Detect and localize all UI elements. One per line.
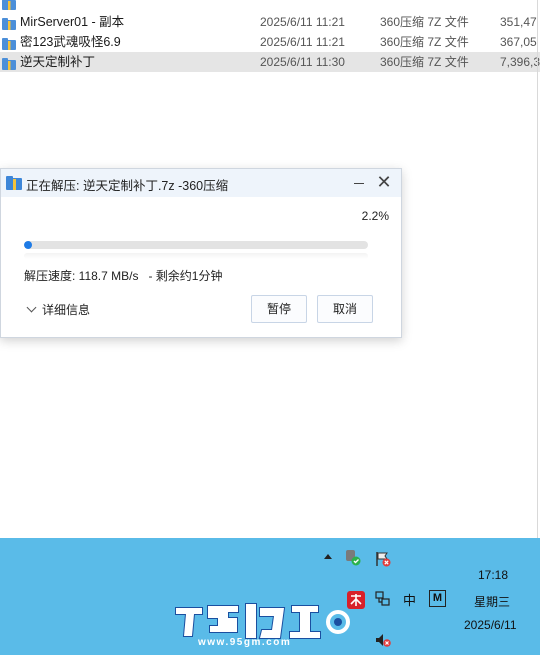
flag-warning-icon[interactable] — [374, 550, 392, 568]
security-shield-icon[interactable] — [344, 548, 362, 566]
minimize-icon[interactable] — [349, 173, 369, 193]
file-type: 360压缩 7Z 文件 — [380, 15, 469, 29]
file-date: 2025/6/11 11:21 — [260, 35, 345, 49]
file-size: 367,05 — [500, 35, 537, 49]
file-type: 360压缩 7Z 文件 — [380, 55, 469, 69]
progress-bar — [24, 241, 368, 249]
ime-mode-indicator[interactable]: M — [429, 590, 446, 607]
details-toggle[interactable]: 详细信息 — [26, 301, 91, 318]
dialog-title: 正在解压: 逆天定制补丁.7z -360压缩 — [26, 179, 229, 193]
dialog-titlebar[interactable]: 正在解压: 逆天定制补丁.7z -360压缩 ✕ — [1, 169, 401, 197]
clock-weekday[interactable]: 星期三 — [474, 593, 510, 610]
file-size: 351,47 — [500, 15, 537, 29]
volume-muted-icon[interactable] — [374, 631, 392, 649]
file-row[interactable] — [0, 0, 540, 12]
details-label: 详细信息 — [42, 303, 91, 317]
extract-speed: 解压速度: 118.7 MB/s - 剩余约1分钟 — [24, 269, 223, 283]
file-name: MirServer01 - 副本 — [20, 15, 125, 29]
close-icon[interactable]: ✕ — [374, 172, 394, 192]
archive-icon — [6, 176, 22, 190]
taskbar: 中 M 17:18 星期三 2025/6/11 www.95gm.com — [0, 538, 540, 655]
file-row[interactable]: 密123武魂吸怪6.9 2025/6/11 11:21 360压缩 7Z 文件 367… — [0, 32, 540, 52]
scrollbar-edge — [537, 0, 538, 538]
network-icon[interactable] — [374, 590, 392, 608]
file-name: 逆天定制补丁 — [20, 55, 96, 69]
ime-language-label[interactable]: 中 — [403, 590, 416, 609]
file-name: 密123武魂吸怪6.9 — [20, 35, 121, 49]
zip-folder-icon — [2, 0, 16, 10]
progress-fill — [24, 241, 32, 249]
pause-button[interactable]: 暂停 — [251, 295, 307, 323]
clock-date[interactable]: 2025/6/11 — [464, 618, 517, 632]
file-size: 7,396,3 — [500, 55, 540, 69]
zip-folder-icon — [2, 56, 16, 70]
progress-percent: 2.2% — [361, 209, 389, 223]
file-row[interactable]: 逆天定制补丁 2025/6/11 11:30 360压缩 7Z 文件 7,396,3 — [0, 52, 540, 72]
cancel-button[interactable]: 取消 — [317, 295, 373, 323]
file-date: 2025/6/11 11:21 — [260, 15, 345, 29]
clock-time[interactable]: 17:18 — [478, 568, 508, 582]
file-list: MirServer01 - 副本 2025/6/11 11:21 360压缩 7Z … — [0, 0, 540, 72]
show-hidden-icons-arrow[interactable] — [324, 554, 332, 559]
chevron-down-icon — [26, 302, 37, 313]
file-type: 360压缩 7Z 文件 — [380, 35, 469, 49]
zip-folder-icon — [2, 16, 16, 30]
watermark-url: www.95gm.com — [198, 637, 292, 648]
extract-progress-dialog: 正在解压: 逆天定制补丁.7z -360压缩 ✕ 2.2% 解压速度: 118.… — [0, 168, 402, 338]
progress-reflection — [24, 253, 368, 259]
file-row[interactable]: MirServer01 - 副本 2025/6/11 11:21 360压缩 7Z … — [0, 12, 540, 32]
zip-folder-icon — [2, 36, 16, 50]
file-date: 2025/6/11 11:30 — [260, 55, 345, 69]
